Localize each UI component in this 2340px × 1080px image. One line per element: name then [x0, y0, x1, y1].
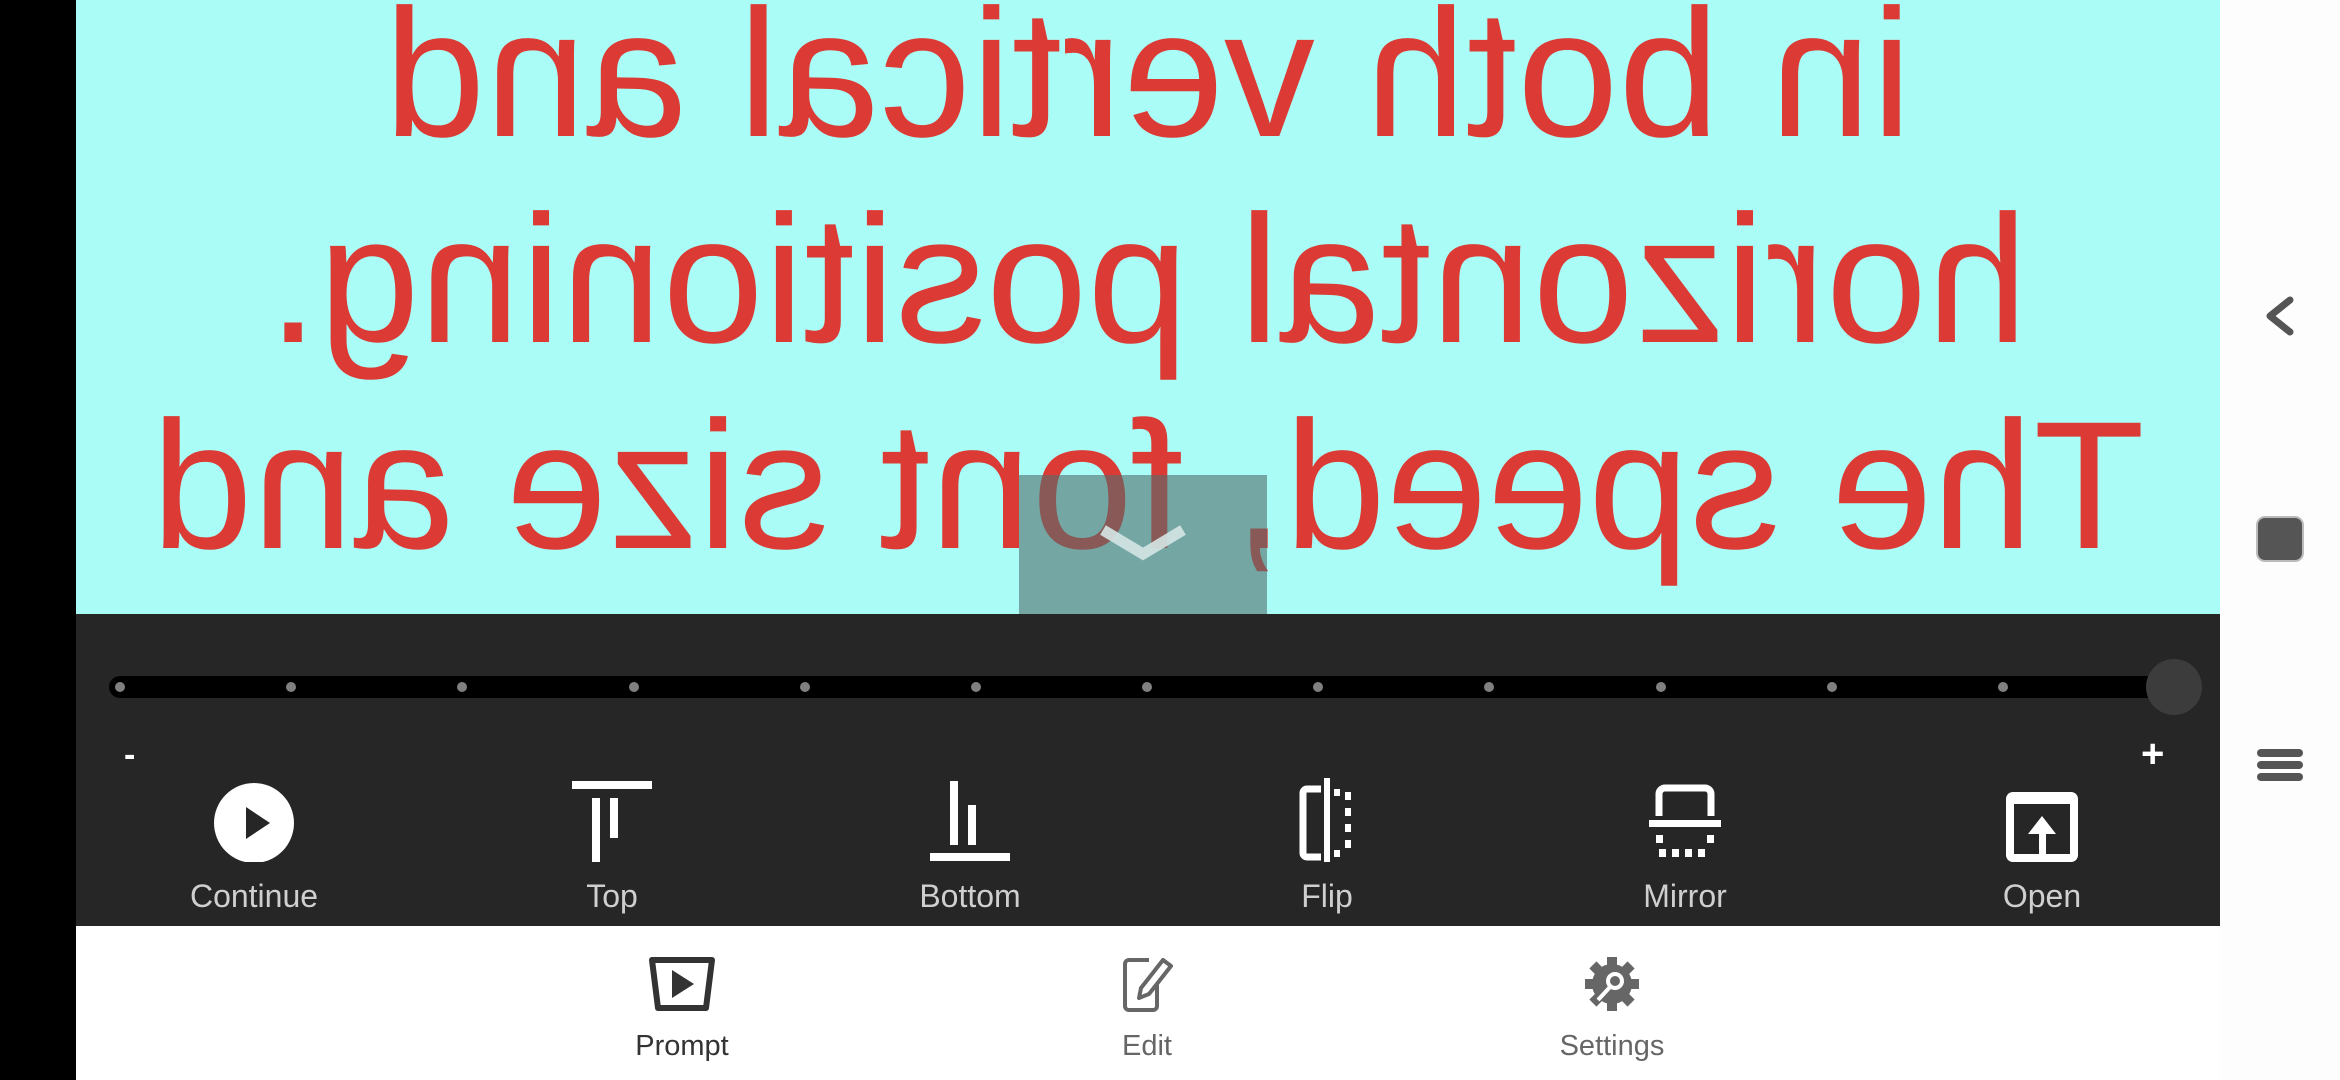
- open-file-icon: [2006, 792, 2078, 862]
- system-navigation-bar: [2220, 0, 2340, 1080]
- continue-label: Continue: [189, 878, 319, 914]
- slider-tick: [970, 682, 981, 692]
- bottom-button[interactable]: Bottom: [870, 778, 1070, 918]
- slider-tick: [1142, 682, 1152, 692]
- edit-icon: [1123, 958, 1173, 1012]
- mirror-icon: [1649, 784, 1721, 857]
- system-recents-button[interactable]: [2220, 705, 2340, 825]
- slider-tick: [799, 682, 810, 692]
- nav-label-edit: Edit: [1122, 1030, 1172, 1062]
- system-back-button[interactable]: [2220, 256, 2340, 376]
- slider-tick: [1655, 682, 1666, 692]
- prompt-line: horizontal positioning.: [267, 177, 2029, 381]
- back-icon: [2266, 296, 2294, 336]
- nav-tab-edit[interactable]: Edit: [1027, 926, 1267, 1080]
- mirror-label: Mirror: [1643, 878, 1727, 914]
- slider-tick: [628, 682, 639, 692]
- left-black-bar: [0, 0, 76, 1080]
- prompt-play-icon: [649, 957, 715, 1011]
- slider-tick: [286, 682, 297, 692]
- slider-tick: [1484, 682, 1495, 692]
- bottom-label: Bottom: [919, 878, 1021, 914]
- bottom-navigation: Prompt Edit Settings: [76, 926, 2220, 1080]
- slider-thumb[interactable]: [2146, 659, 2202, 715]
- align-top-icon: [572, 781, 652, 862]
- chevron-down-icon: [1100, 525, 1186, 561]
- speed-slider[interactable]: [109, 659, 2202, 715]
- nav-tab-settings[interactable]: Settings: [1492, 926, 1732, 1080]
- prompt-line: in both vertical and: [384, 0, 1912, 175]
- collapse-panel-button[interactable]: [1019, 475, 1267, 614]
- flip-button[interactable]: Flip: [1227, 778, 1427, 918]
- nav-label-settings: Settings: [1559, 1030, 1665, 1062]
- slider-tick: [1313, 682, 1324, 692]
- flip-icon: [1299, 778, 1351, 862]
- slider-min-label: -: [124, 736, 136, 774]
- top-button[interactable]: Top: [512, 778, 712, 918]
- slider-tick: [1826, 682, 1837, 692]
- slider-tick: [457, 682, 468, 692]
- slider-max-label: +: [2141, 732, 2165, 776]
- mirror-button[interactable]: Mirror: [1585, 778, 1785, 918]
- nav-tab-prompt[interactable]: Prompt: [562, 926, 802, 1080]
- continue-button[interactable]: Continue: [154, 778, 354, 918]
- flip-label: Flip: [1301, 878, 1353, 914]
- open-label: Open: [2002, 878, 2082, 914]
- slider-tick: [1997, 682, 2008, 692]
- top-label: Top: [586, 878, 638, 914]
- home-icon: [2256, 516, 2304, 562]
- prompter-display[interactable]: in both vertical and horizontal position…: [76, 0, 2220, 614]
- play-circle-icon: [214, 783, 294, 862]
- recents-icon: [2257, 749, 2303, 781]
- align-bottom-icon: [930, 781, 1010, 861]
- nav-label-prompt: Prompt: [635, 1030, 729, 1062]
- open-button[interactable]: Open: [1942, 778, 2142, 918]
- settings-gear-icon: [1585, 957, 1639, 1011]
- control-panel: - + Continue Top Bottom Flip Mirror Open: [76, 614, 2220, 926]
- slider-tick: [115, 682, 125, 692]
- system-home-button[interactable]: [2220, 480, 2340, 600]
